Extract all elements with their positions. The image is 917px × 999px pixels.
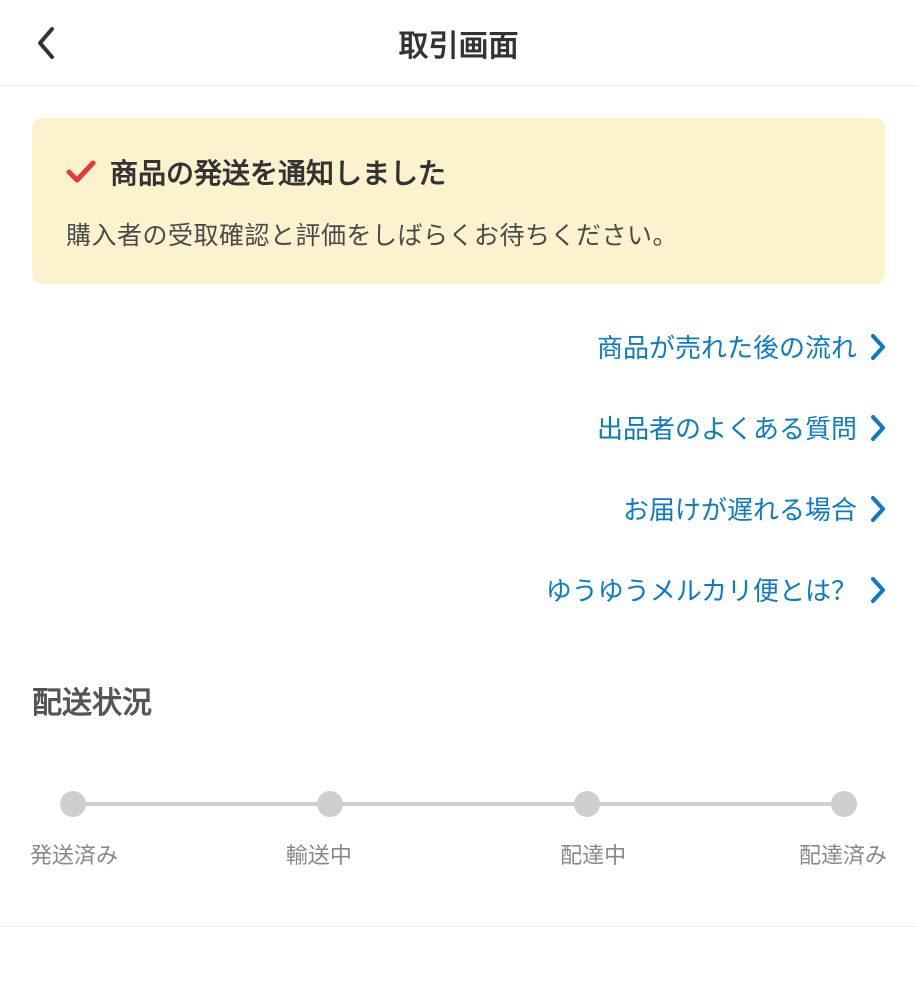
help-link-label: 出品者のよくある質問 — [597, 409, 857, 446]
progress-labels: 発送済み 輸送中 配達中 配達済み — [60, 838, 857, 870]
chevron-left-icon — [36, 26, 56, 60]
help-link-label: ゆうゆうメルカリ便とは？ — [546, 571, 857, 608]
status-banner-body: 購入者の受取確認と評価をしばらくお待ちください。 — [66, 216, 851, 252]
content-area: 商品の発送を通知しました 購入者の受取確認と評価をしばらくお待ちください。 商品… — [0, 118, 917, 927]
delivery-status-heading: 配送状況 — [32, 678, 917, 722]
help-link-delivery-delay[interactable]: お届けが遅れる場合 — [623, 490, 885, 527]
help-links: 商品が売れた後の流れ 出品者のよくある質問 お届けが遅れる場合 ゆうゆうメルカリ… — [0, 328, 917, 608]
progress-dot-in-transit — [317, 791, 343, 817]
chevron-right-icon — [871, 334, 885, 360]
help-link-label: お届けが遅れる場合 — [623, 490, 857, 527]
back-button[interactable] — [24, 21, 68, 65]
progress-track — [60, 790, 857, 818]
progress-dots — [60, 790, 857, 818]
page-title: 取引画面 — [0, 21, 917, 65]
help-link-after-sale-flow[interactable]: 商品が売れた後の流れ — [597, 328, 885, 365]
status-banner: 商品の発送を通知しました 購入者の受取確認と評価をしばらくお待ちください。 — [32, 118, 885, 284]
chevron-right-icon — [871, 577, 885, 603]
delivery-progress: 発送済み 輸送中 配達中 配達済み — [60, 790, 857, 870]
status-banner-title: 商品の発送を通知しました — [110, 152, 446, 192]
chevron-right-icon — [871, 415, 885, 441]
progress-label-delivered: 配達済み — [688, 838, 887, 870]
help-link-seller-faq[interactable]: 出品者のよくある質問 — [597, 409, 885, 446]
status-banner-title-row: 商品の発送を通知しました — [66, 152, 851, 192]
check-icon — [66, 159, 96, 185]
divider — [0, 926, 917, 927]
progress-label-out-for-delivery: 配達中 — [494, 838, 693, 870]
progress-label-shipped: 発送済み — [30, 838, 229, 870]
help-link-yuyu-mercari[interactable]: ゆうゆうメルカリ便とは？ — [546, 571, 885, 608]
progress-dot-out-for-delivery — [574, 791, 600, 817]
header: 取引画面 — [0, 0, 917, 86]
progress-dot-delivered — [831, 791, 857, 817]
help-link-label: 商品が売れた後の流れ — [597, 328, 857, 365]
chevron-right-icon — [871, 496, 885, 522]
progress-dot-shipped — [60, 791, 86, 817]
progress-label-in-transit: 輸送中 — [219, 838, 418, 870]
